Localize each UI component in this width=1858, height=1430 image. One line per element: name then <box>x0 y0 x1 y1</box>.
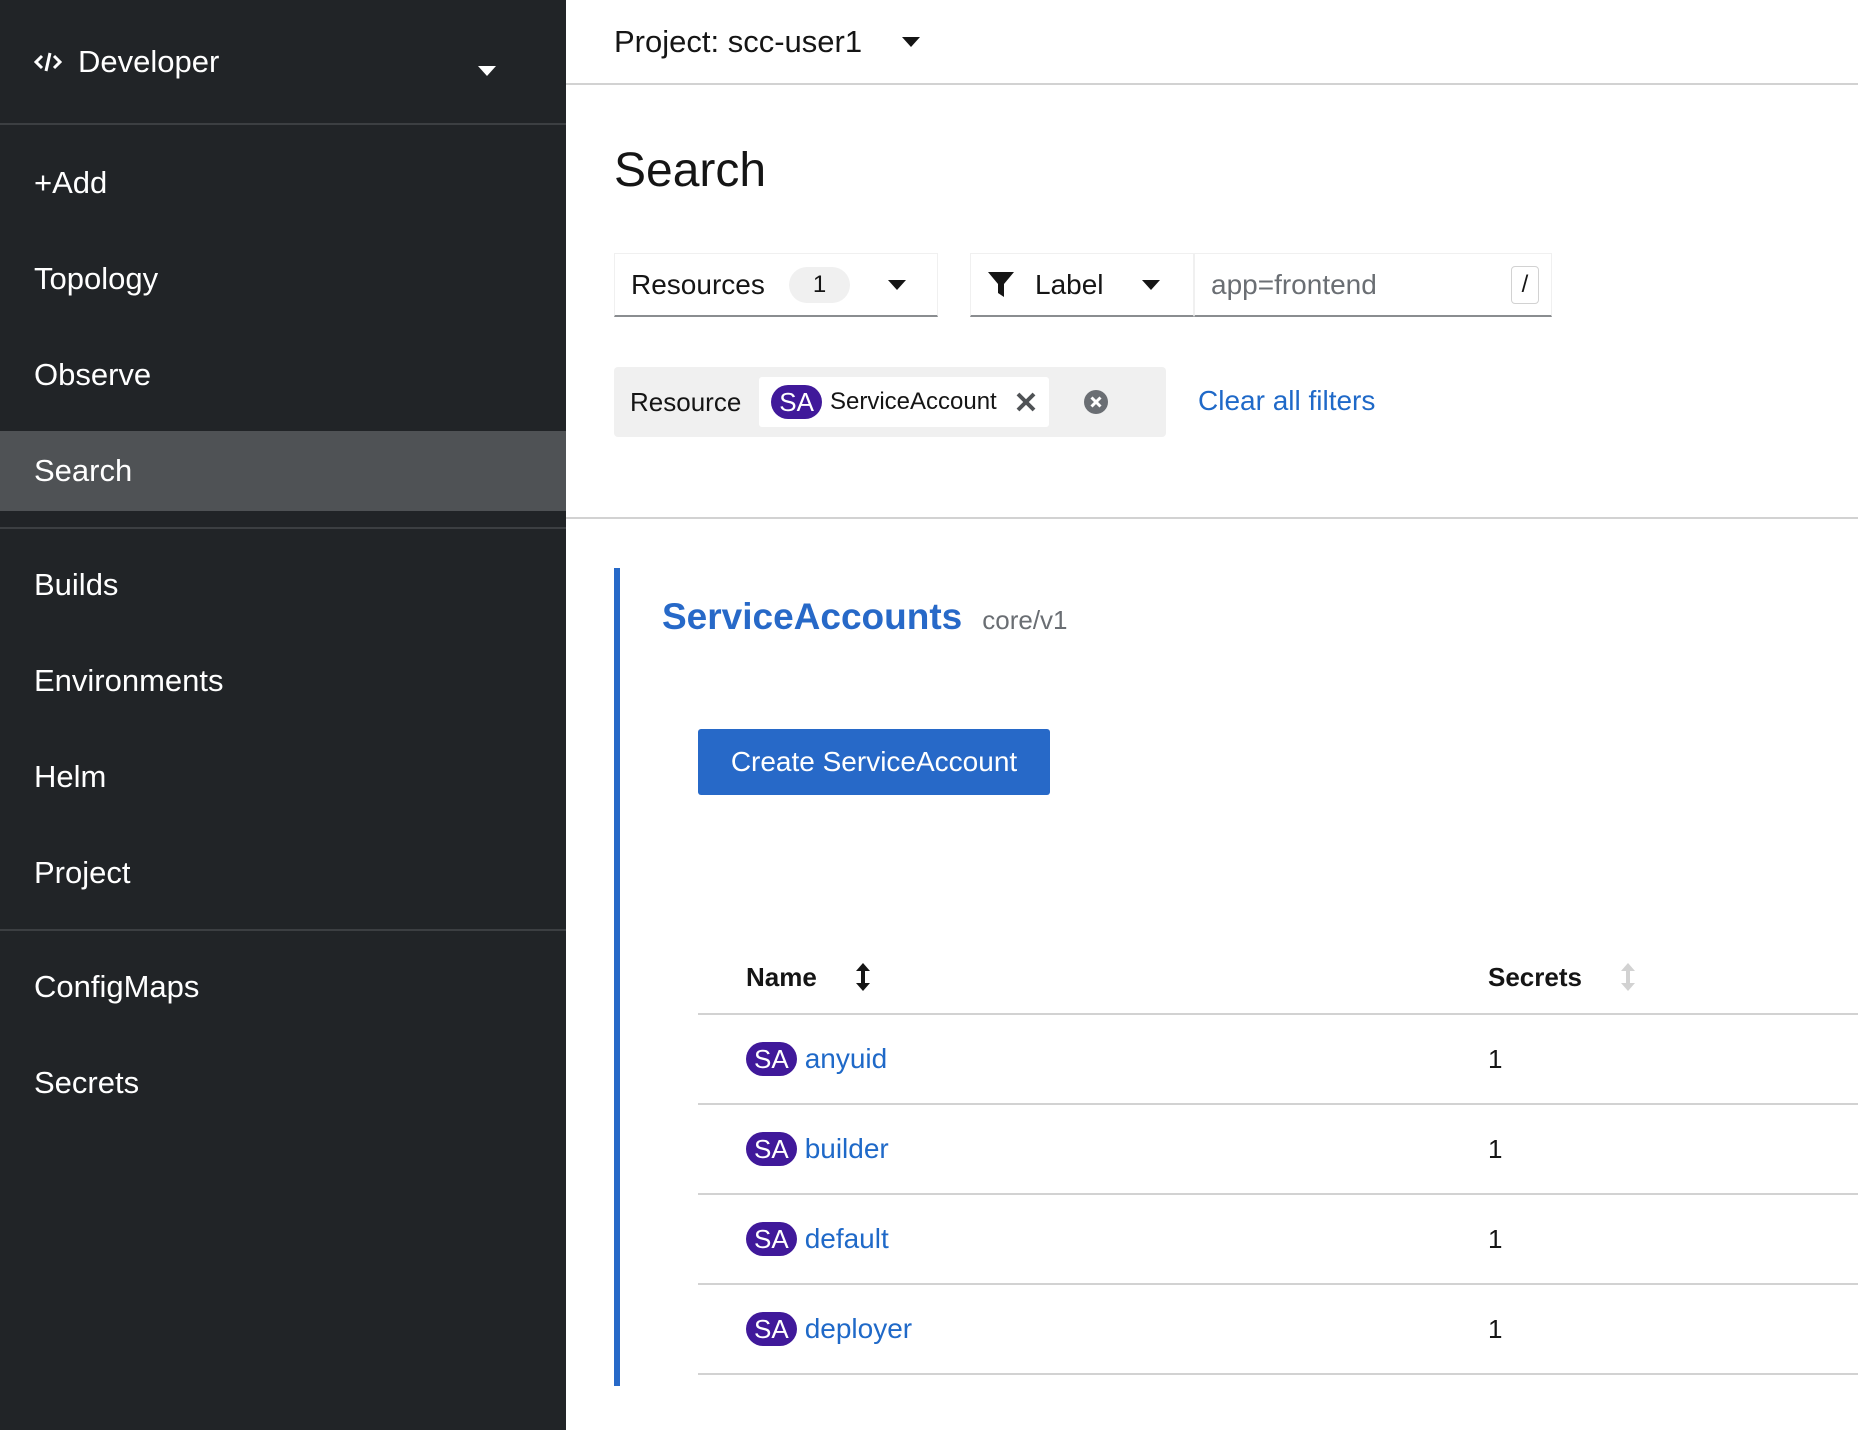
row-name-cell: SA deployer <box>698 1312 1488 1346</box>
table-row: SA anyuid 1 <box>698 1015 1858 1105</box>
nav-group-main: +Add Topology Observe Search <box>0 125 566 529</box>
api-version: core/v1 <box>982 605 1068 635</box>
code-icon <box>34 52 62 71</box>
row-secrets-count: 1 <box>1488 1133 1503 1164</box>
nav-item-helm[interactable]: Helm <box>0 737 566 817</box>
row-name-cell: SA builder <box>698 1132 1488 1166</box>
project-bar: Project: scc-user1 <box>566 0 1858 85</box>
main-content: Search Resources 1 Label app=frontend / … <box>566 85 1858 1430</box>
nav-item-secrets[interactable]: Secrets <box>0 1043 566 1123</box>
resources-count-badge: 1 <box>788 266 851 303</box>
service-account-badge: SA <box>746 1132 797 1166</box>
sort-icon <box>855 963 870 991</box>
section-title-link[interactable]: ServiceAccounts <box>662 596 962 638</box>
table-row: SA default 1 <box>698 1195 1858 1285</box>
service-accounts-table: Name Secrets SA anyuid 1 SA builder 1 SA… <box>698 941 1858 1375</box>
divider <box>566 517 1858 519</box>
chevron-down-icon <box>478 66 496 76</box>
row-name-cell: SA anyuid <box>698 1042 1488 1076</box>
resources-label: Resources <box>631 268 765 300</box>
caret-down-icon <box>888 279 907 290</box>
nav-item-project[interactable]: Project <box>0 833 566 913</box>
page-title: Search <box>614 144 767 197</box>
perspective-label: Developer <box>78 43 220 79</box>
label-search-input[interactable]: app=frontend / <box>1194 253 1552 317</box>
service-account-badge: SA <box>746 1042 797 1076</box>
column-header-secrets-label: Secrets <box>1488 961 1582 992</box>
perspective-switcher[interactable]: Developer <box>0 0 566 125</box>
column-header-secrets[interactable]: Secrets <box>1488 962 1636 993</box>
filter-type-label: Label <box>1035 268 1104 300</box>
row-name-link[interactable]: default <box>805 1223 889 1255</box>
keyboard-shortcut-hint: / <box>1511 265 1539 304</box>
nav-item-environments[interactable]: Environments <box>0 641 566 721</box>
nav-group-config: ConfigMaps Secrets <box>0 947 566 1123</box>
resources-dropdown[interactable]: Resources 1 <box>614 253 938 317</box>
row-secrets-count: 1 <box>1488 1043 1503 1074</box>
service-account-badge: SA <box>746 1222 797 1256</box>
close-icon[interactable] <box>1015 391 1037 413</box>
service-accounts-section: ServiceAccounts core/v1 Create ServiceAc… <box>614 568 1858 1386</box>
caret-down-icon <box>902 36 921 47</box>
resource-filter-chip: SA ServiceAccount <box>759 377 1049 427</box>
nav-item-topology[interactable]: Topology <box>0 239 566 319</box>
row-name-link[interactable]: anyuid <box>805 1043 888 1075</box>
label-search-value: app=frontend <box>1211 268 1377 300</box>
table-row: SA builder 1 <box>698 1105 1858 1195</box>
caret-down-icon <box>1141 279 1160 290</box>
column-header-name[interactable]: Name <box>698 962 1488 993</box>
filter-type-dropdown[interactable]: Label <box>970 253 1194 317</box>
nav-item-add[interactable]: +Add <box>0 143 566 223</box>
search-toolbar: Resources 1 Label app=frontend / <box>614 253 1552 317</box>
nav-group-resources: Builds Environments Helm Project <box>0 545 566 931</box>
row-name-link[interactable]: builder <box>805 1133 889 1165</box>
service-account-badge: SA <box>746 1312 797 1346</box>
chip-label: ServiceAccount <box>829 388 997 415</box>
nav-item-configmaps[interactable]: ConfigMaps <box>0 947 566 1027</box>
nav-item-observe[interactable]: Observe <box>0 335 566 415</box>
clear-all-filters-link[interactable]: Clear all filters <box>1198 385 1375 417</box>
filter-icon <box>988 271 1014 297</box>
table-row: SA deployer 1 <box>698 1285 1858 1375</box>
project-dropdown[interactable]: Project: scc-user1 <box>614 23 921 60</box>
row-name-link[interactable]: deployer <box>805 1313 912 1345</box>
create-serviceaccount-button[interactable]: Create ServiceAccount <box>698 729 1050 795</box>
project-label: Project: scc-user1 <box>614 23 863 59</box>
table-header: Name Secrets <box>698 941 1858 1015</box>
nav-item-builds[interactable]: Builds <box>0 545 566 625</box>
row-secrets-count: 1 <box>1488 1313 1503 1344</box>
row-secrets-count: 1 <box>1488 1223 1503 1254</box>
column-header-name-label: Name <box>746 961 817 992</box>
chip-group-category: Resource <box>630 386 742 417</box>
section-header: ServiceAccounts core/v1 <box>662 596 1068 638</box>
nav-item-search[interactable]: Search <box>0 431 566 511</box>
row-name-cell: SA default <box>698 1222 1488 1256</box>
service-account-badge: SA <box>771 385 822 419</box>
filter-chip-group: Resource SA ServiceAccount <box>614 367 1166 437</box>
sidebar: Developer +Add Topology Observe Search B… <box>0 0 566 1430</box>
close-circle-icon[interactable] <box>1083 389 1109 415</box>
sort-icon <box>1620 963 1635 991</box>
